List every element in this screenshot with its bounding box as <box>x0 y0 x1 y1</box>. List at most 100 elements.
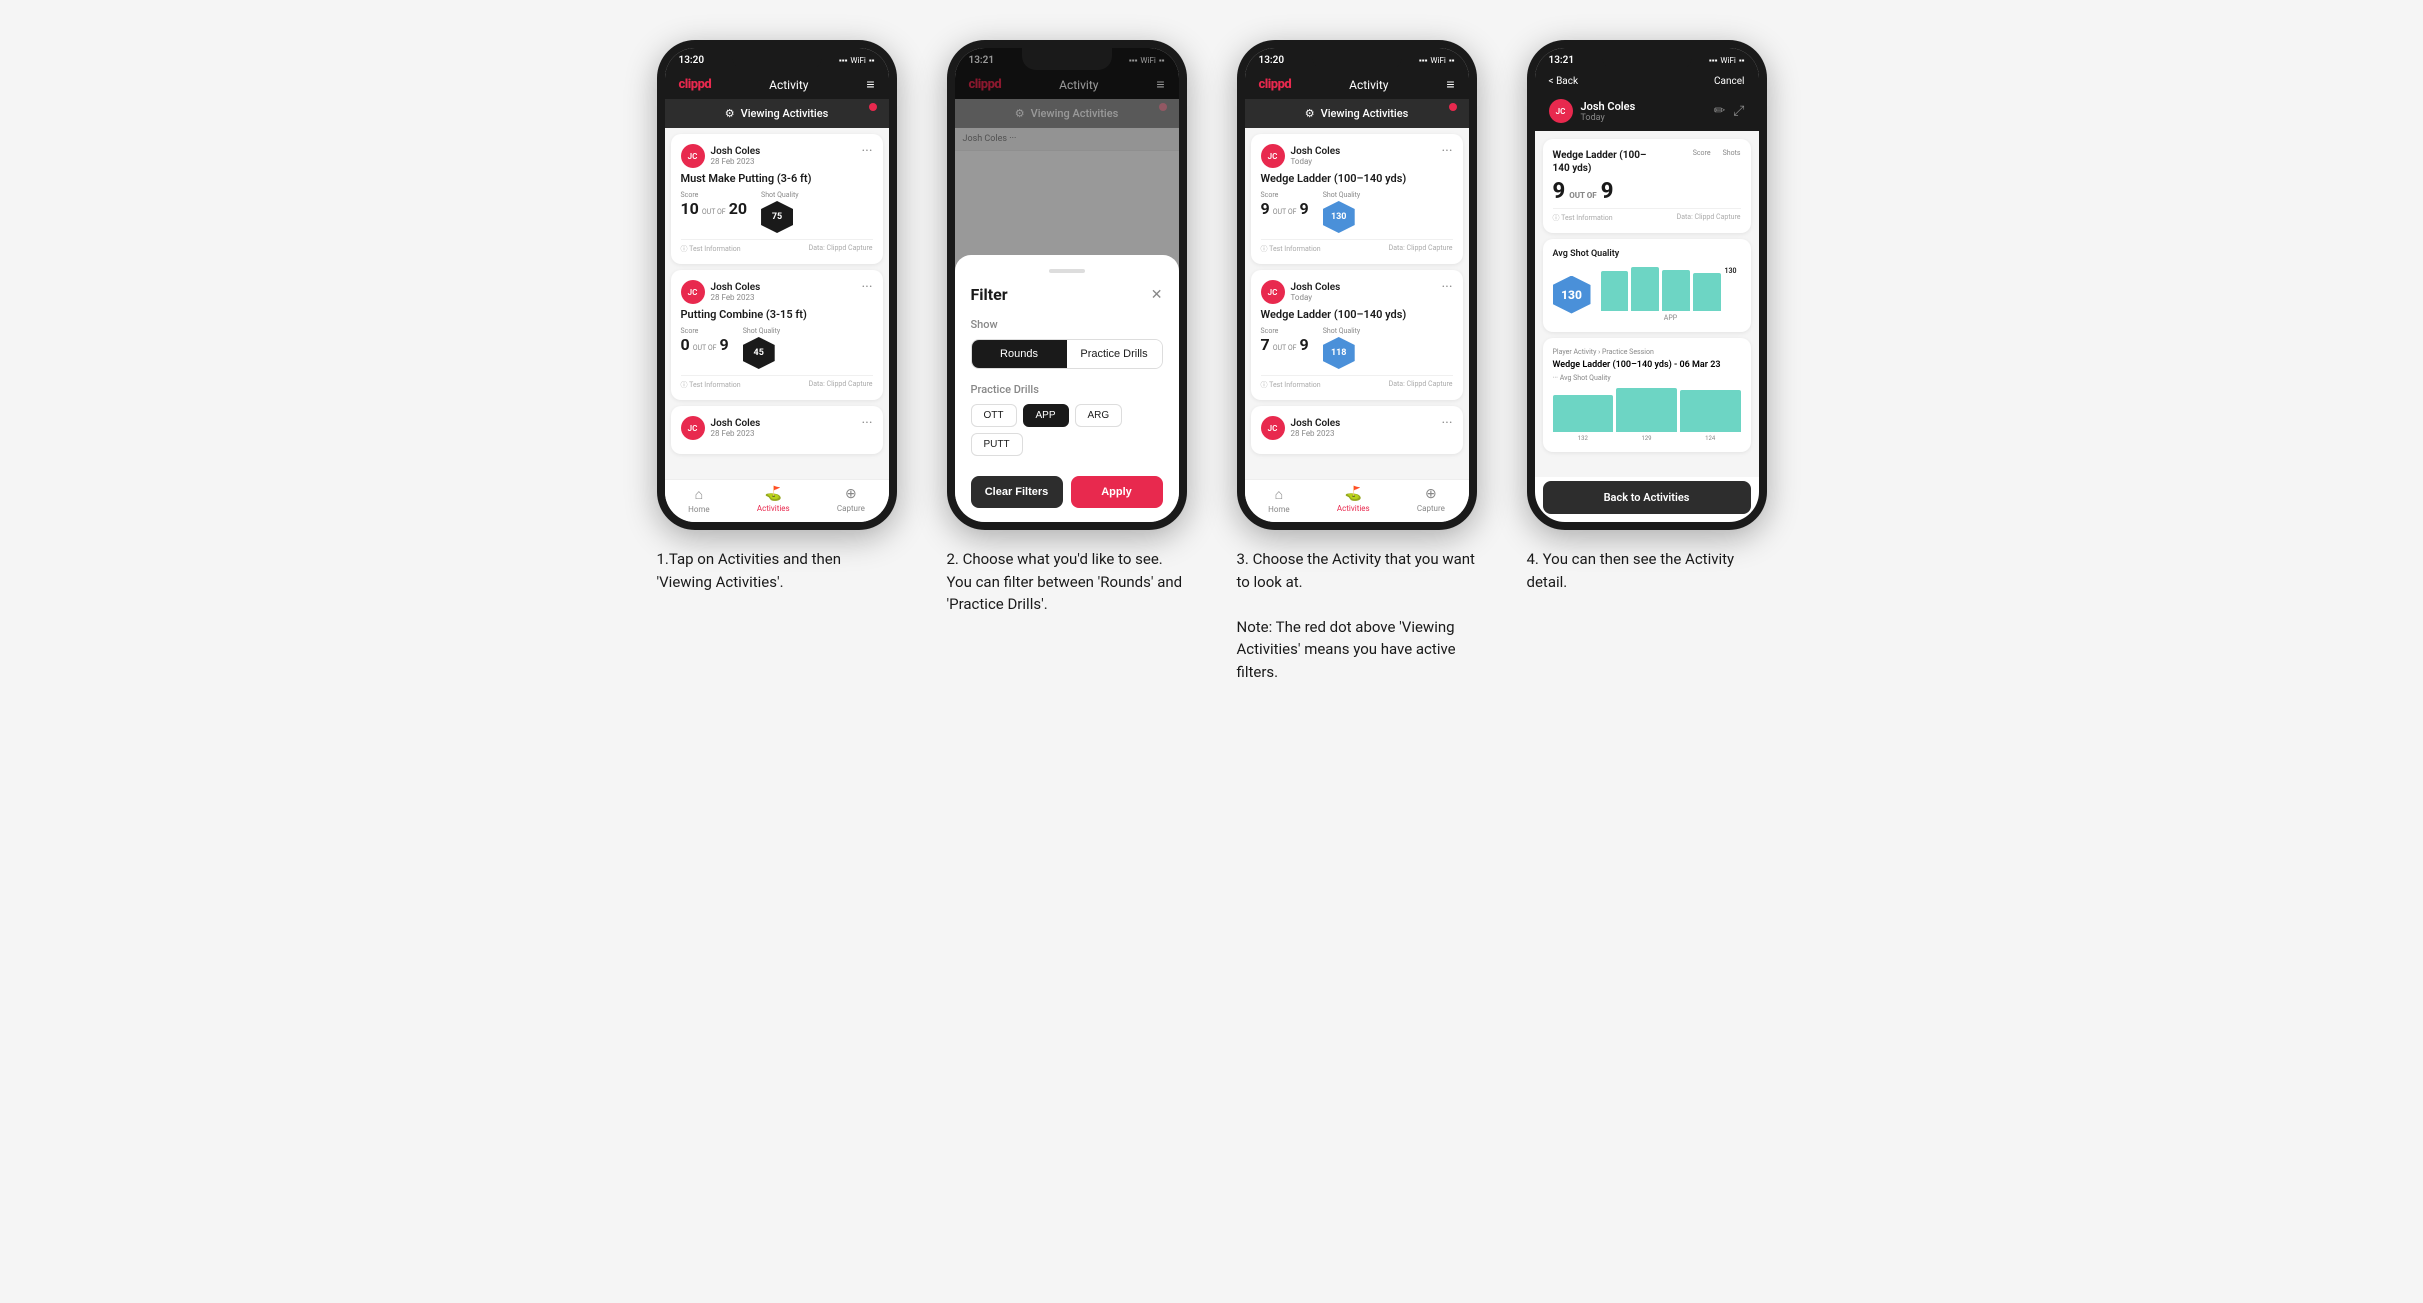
chip-arg[interactable]: ARG <box>1075 404 1123 427</box>
activity-card-p3-3[interactable]: JC Josh Coles 28 Feb 2023 ··· <box>1251 406 1463 454</box>
avatar-3: JC <box>681 416 705 440</box>
more-button-2[interactable]: ··· <box>862 280 873 294</box>
score-label-detail: Score <box>1693 149 1711 157</box>
more-button-1[interactable]: ··· <box>862 144 873 158</box>
viewing-activities-bar-3[interactable]: ⚙ Viewing Activities <box>1245 99 1469 128</box>
chip-ott[interactable]: OTT <box>971 404 1017 427</box>
card-p3-1-user: JC Josh Coles Today <box>1261 144 1341 168</box>
card-title-1: Must Make Putting (3-6 ft) <box>681 172 873 185</box>
cancel-button[interactable]: Cancel <box>1714 76 1744 87</box>
more-button-3[interactable]: ··· <box>862 416 873 430</box>
phone-1-notch <box>732 48 822 70</box>
chart-bar-4 <box>1693 273 1721 311</box>
activities-label: Activities <box>757 504 790 513</box>
more-button-p3-1[interactable]: ··· <box>1442 144 1453 158</box>
card-footer-p3-1: ⓘ Test Information Data: Clippd Capture <box>1261 239 1453 254</box>
session-chart-bars <box>1553 388 1741 432</box>
detail-drill-title-text: Wedge Ladder (100–140 yds) <box>1553 149 1653 175</box>
chart-container: 130 APP <box>1601 267 1741 322</box>
viewing-activities-bar[interactable]: ⚙ Viewing Activities <box>665 99 889 128</box>
footer-data-p3-1: Data: Clippd Capture <box>1389 244 1453 254</box>
capture-nav-item[interactable]: ⊕ Capture <box>837 486 865 514</box>
caption-2: 2. Choose what you'd like to see. You ca… <box>947 548 1187 616</box>
bar-label-124: 124 <box>1680 435 1741 442</box>
home-label-3: Home <box>1268 505 1290 514</box>
user-name-p3-2: Josh Coles <box>1291 282 1341 293</box>
home-nav-item[interactable]: ⌂ Home <box>688 486 710 514</box>
more-button-p3-2[interactable]: ··· <box>1442 280 1453 294</box>
share-icon[interactable]: ⤢ <box>1733 103 1744 119</box>
caption-4: 4. You can then see the Activity detail. <box>1527 548 1767 593</box>
drills-label: Practice Drills <box>971 383 1163 396</box>
card-2-header: JC Josh Coles 28 Feb 2023 ··· <box>681 280 873 304</box>
clear-filters-button[interactable]: Clear Filters <box>971 476 1063 508</box>
card-3-header: JC Josh Coles 28 Feb 2023 ··· <box>681 416 873 440</box>
battery-icon-4: ▪▪ <box>1739 56 1745 65</box>
avatar-2: JC <box>681 280 705 304</box>
wifi-icon-4: WiFi <box>1720 56 1735 65</box>
phone-4: 13:21 ▪▪▪ WiFi ▪▪ < Back Cancel JC J <box>1527 40 1767 530</box>
activity-card-2[interactable]: JC Josh Coles 28 Feb 2023 ··· Putting Co… <box>671 270 883 400</box>
clippd-logo-3: clippd <box>1259 77 1292 92</box>
filter-handle <box>1049 269 1085 273</box>
avg-shot-quality-title: Avg Shot Quality <box>1553 249 1741 259</box>
phone-2-screen: 13:21 ▪▪▪ WiFi ▪▪ clippd Activity ≡ ⚙ Vi… <box>955 48 1179 522</box>
quality-badge-p3-1: 130 <box>1323 201 1355 233</box>
activity-card-p3-2[interactable]: JC Josh Coles Today ··· Wedge Ladder (10… <box>1251 270 1463 400</box>
menu-icon-3[interactable]: ≡ <box>1446 76 1454 93</box>
user-name-2: Josh Coles <box>711 282 761 293</box>
activities-nav-item-3[interactable]: ⛳ Activities <box>1337 486 1370 514</box>
phone-1-screen: 13:20 ▪▪▪ WiFi ▪▪ clippd Activity ≡ ⚙ Vi… <box>665 48 889 522</box>
user-name-p3-3: Josh Coles <box>1291 418 1341 429</box>
filter-title: Filter <box>971 285 1008 304</box>
capture-icon-3: ⊕ <box>1425 486 1437 502</box>
score-value-2: 0 <box>681 335 690 354</box>
activity-card-1[interactable]: JC Josh Coles 28 Feb 2023 ··· Must Make … <box>671 134 883 264</box>
phone-2: 13:21 ▪▪▪ WiFi ▪▪ clippd Activity ≡ ⚙ Vi… <box>947 40 1187 530</box>
practice-drills-toggle[interactable]: Practice Drills <box>1067 340 1162 368</box>
detail-user-info: JC Josh Coles Today <box>1549 99 1636 123</box>
signal-icon-3: ▪▪▪ <box>1419 56 1428 65</box>
phone-3-notch <box>1312 48 1402 70</box>
activities-nav-item[interactable]: ⛳ Activities <box>757 486 790 514</box>
rounds-toggle[interactable]: Rounds <box>972 340 1067 368</box>
user-info-p3-3: Josh Coles 28 Feb 2023 <box>1291 418 1341 438</box>
nav-title-3: Activity <box>1349 78 1388 92</box>
chip-app[interactable]: APP <box>1023 404 1069 427</box>
card-p3-2-user: JC Josh Coles Today <box>1261 280 1341 304</box>
phone-3-container: 13:20 ▪▪▪ WiFi ▪▪ clippd Activity ≡ ⚙ Vi… <box>1227 40 1487 683</box>
signal-icon: ▪▪▪ <box>839 56 848 65</box>
chart-bar-3 <box>1662 270 1690 311</box>
activity-card-3[interactable]: JC Josh Coles 28 Feb 2023 ··· <box>671 406 883 454</box>
card-1-user: JC Josh Coles 28 Feb 2023 <box>681 144 761 168</box>
activity-card-p3-1[interactable]: JC Josh Coles Today ··· Wedge Ladder (10… <box>1251 134 1463 264</box>
signal-icon-4: ▪▪▪ <box>1709 56 1718 65</box>
phone-4-time: 13:21 <box>1549 55 1575 66</box>
menu-icon[interactable]: ≡ <box>866 76 874 93</box>
quality-stat-1: Shot Quality 75 <box>761 191 799 233</box>
edit-icon[interactable]: ✏ <box>1714 103 1726 119</box>
quality-stat-p3-1: Shot Quality 130 <box>1323 191 1361 233</box>
card-stats-p3-2: Score 7 OUT OF 9 Shot Quality 1 <box>1261 327 1453 369</box>
shots-value-1: 20 <box>729 199 747 218</box>
caption-3: 3. Choose the Activity that you want to … <box>1237 548 1477 683</box>
back-to-activities-button[interactable]: Back to Activities <box>1543 481 1751 514</box>
phone-3-screen: 13:20 ▪▪▪ WiFi ▪▪ clippd Activity ≡ ⚙ Vi… <box>1245 48 1469 522</box>
home-nav-item-3[interactable]: ⌂ Home <box>1268 486 1290 514</box>
session-bar-2 <box>1616 388 1677 432</box>
phone-4-notch <box>1602 48 1692 70</box>
user-info-p3-2: Josh Coles Today <box>1291 282 1341 302</box>
capture-nav-item-3[interactable]: ⊕ Capture <box>1417 486 1445 514</box>
filter-close-button[interactable]: ✕ <box>1151 287 1163 303</box>
card-footer-2: ⓘ Test Information Data: Clippd Capture <box>681 375 873 390</box>
apply-button[interactable]: Apply <box>1071 476 1163 508</box>
detail-score-card: Wedge Ladder (100–140 yds) Score Shots <box>1543 139 1751 233</box>
session-bar-3 <box>1680 390 1741 432</box>
detail-session-card: Player Activity › Practice Session Wedge… <box>1543 338 1751 452</box>
chip-putt[interactable]: PUTT <box>971 433 1023 456</box>
more-button-p3-3[interactable]: ··· <box>1442 416 1453 430</box>
user-info-2: Josh Coles 28 Feb 2023 <box>711 282 761 302</box>
out-of-2: OUT OF <box>693 344 717 352</box>
card-3-user: JC Josh Coles 28 Feb 2023 <box>681 416 761 440</box>
back-button[interactable]: < Back <box>1549 76 1579 87</box>
